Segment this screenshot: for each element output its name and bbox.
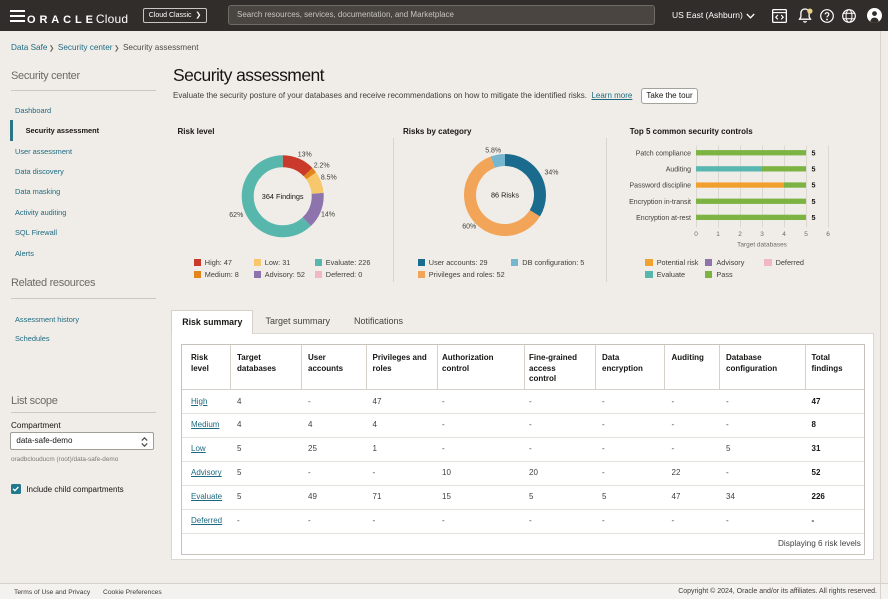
svg-text:86 Risks: 86 Risks: [491, 191, 519, 200]
svg-text:4: 4: [782, 231, 786, 238]
svg-text:14%: 14%: [321, 212, 335, 219]
svg-text:5: 5: [812, 213, 816, 222]
svg-text:5: 5: [812, 164, 816, 173]
svg-text:364 Findings: 364 Findings: [262, 192, 304, 201]
svg-text:5: 5: [812, 197, 816, 206]
svg-text:0: 0: [694, 231, 698, 238]
svg-text:Password discipline: Password discipline: [630, 183, 692, 190]
svg-text:3: 3: [760, 231, 764, 238]
svg-text:2.2%: 2.2%: [314, 163, 330, 170]
svg-text:Encryption in-transit: Encryption in-transit: [629, 199, 691, 206]
svg-text:34%: 34%: [544, 169, 558, 176]
svg-text:Encryption at-rest: Encryption at-rest: [636, 215, 691, 222]
svg-text:62%: 62%: [229, 212, 243, 219]
svg-text:Auditing: Auditing: [666, 166, 691, 173]
svg-text:5.8%: 5.8%: [485, 147, 501, 154]
svg-text:8.5%: 8.5%: [321, 175, 337, 182]
svg-text:13%: 13%: [298, 152, 312, 159]
svg-text:6: 6: [826, 231, 830, 238]
svg-text:Target databases: Target databases: [737, 242, 788, 249]
svg-text:5: 5: [812, 148, 816, 157]
svg-text:Patch compliance: Patch compliance: [636, 150, 691, 157]
svg-text:2: 2: [738, 231, 742, 238]
svg-text:60%: 60%: [462, 224, 476, 231]
svg-text:1: 1: [716, 231, 720, 238]
svg-text:5: 5: [804, 231, 808, 238]
svg-text:5: 5: [812, 181, 816, 190]
